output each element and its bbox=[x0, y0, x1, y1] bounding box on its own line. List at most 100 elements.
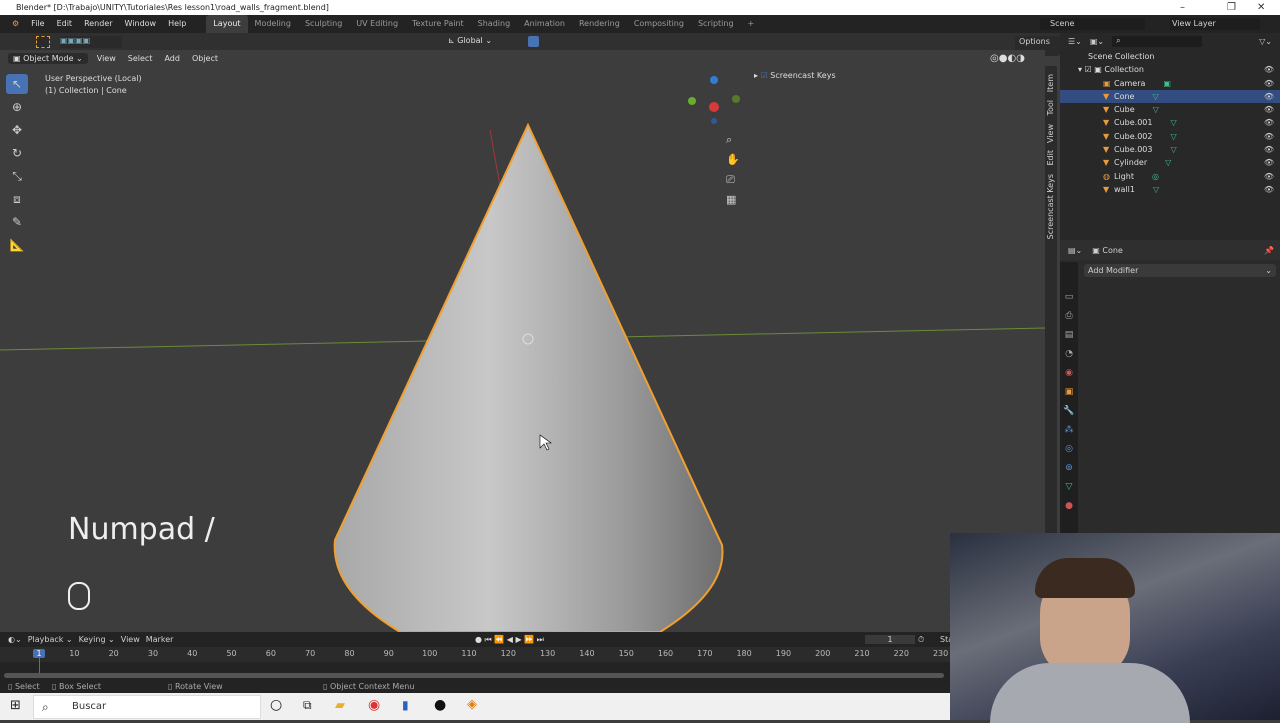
ortho-grid-icon[interactable]: ▦ bbox=[726, 190, 740, 210]
timeline[interactable]: ◐⌄ Playback ⌄ Keying ⌄ View Marker ● ⏮ ⏪… bbox=[0, 632, 953, 680]
close-button[interactable]: ✕ bbox=[1257, 0, 1265, 15]
tab-rendering[interactable]: Rendering bbox=[572, 15, 627, 33]
tab-view[interactable]: View bbox=[1046, 124, 1055, 143]
annotate-tool-icon[interactable]: ✎ bbox=[6, 212, 28, 232]
transform-orientation-dropdown[interactable]: ⊾ Global ⌄ bbox=[448, 36, 492, 45]
eye-icon[interactable]: 👁 bbox=[1264, 170, 1274, 183]
output-tab-icon[interactable]: ⎙ bbox=[1060, 307, 1078, 326]
outliner-item[interactable]: ▼ Cube ▽ 👁 bbox=[1060, 103, 1280, 116]
mesh-data-icon[interactable]: ▽ bbox=[1170, 132, 1176, 141]
mode-dropdown[interactable]: ▣ Object Mode ⌄ bbox=[8, 52, 88, 64]
stopwatch-icon[interactable]: ⏱ bbox=[918, 635, 924, 645]
outliner-item[interactable]: ▼ wall1 ▽ 👁 bbox=[1060, 183, 1280, 196]
snap-icon[interactable] bbox=[528, 36, 539, 47]
tab-compositing[interactable]: Compositing bbox=[627, 15, 691, 33]
outliner-item[interactable]: ▼ Cube.003 ▽ 👁 bbox=[1060, 143, 1280, 156]
eye-icon[interactable]: 👁 bbox=[1264, 130, 1274, 143]
menu-view[interactable]: View bbox=[92, 53, 121, 64]
scene-collection-row[interactable]: Scene Collection bbox=[1060, 50, 1280, 63]
light-data-icon[interactable]: ◎ bbox=[1152, 172, 1159, 181]
editor-type-icon[interactable]: ▤⌄ bbox=[1068, 246, 1082, 255]
eye-icon[interactable]: 👁 bbox=[1264, 143, 1274, 156]
marker-menu[interactable]: Marker bbox=[146, 635, 174, 644]
outliner-item[interactable]: ▼ Cone ▽ 👁 bbox=[1060, 89, 1280, 104]
world-tab-icon[interactable]: ◉ bbox=[1060, 364, 1078, 383]
eye-icon[interactable]: 👁 bbox=[1264, 77, 1274, 90]
outliner-item[interactable]: ◍ Light ◎ 👁 bbox=[1060, 170, 1280, 183]
cortana-icon[interactable]: ○ bbox=[270, 697, 282, 713]
object-tab-icon[interactable]: ▣ bbox=[1060, 383, 1078, 402]
tab-scripting[interactable]: Scripting bbox=[691, 15, 741, 33]
playback-controls[interactable]: ● ⏮ ⏪ ◀ ▶ ⏩ ⏭ bbox=[475, 635, 544, 645]
pin-icon[interactable]: 📌 bbox=[1264, 246, 1274, 255]
menu-help[interactable]: Help bbox=[162, 15, 192, 33]
menu-file[interactable]: File bbox=[25, 15, 50, 33]
menu-object[interactable]: Object bbox=[187, 53, 223, 64]
camera-view-icon[interactable]: ⎚ bbox=[726, 170, 740, 190]
tab-tool[interactable]: Tool bbox=[1046, 100, 1055, 116]
mesh-data-icon[interactable]: ▽ bbox=[1153, 105, 1159, 114]
windows-start-icon[interactable]: ⊞ bbox=[10, 698, 21, 713]
tab-item[interactable]: Item bbox=[1046, 74, 1055, 92]
zoom-icon[interactable]: ⌕ bbox=[726, 130, 740, 150]
eye-icon[interactable]: 👁 bbox=[1264, 63, 1274, 76]
obs-icon[interactable]: ● bbox=[434, 697, 446, 713]
eye-icon[interactable]: 👁 bbox=[1264, 90, 1274, 103]
modifier-tab-icon[interactable]: 🔧 bbox=[1060, 402, 1078, 421]
scene-tab-icon[interactable]: ◔ bbox=[1060, 345, 1078, 364]
tab-animation[interactable]: Animation bbox=[517, 15, 572, 33]
tab-texture-paint[interactable]: Texture Paint bbox=[405, 15, 471, 33]
blender-logo-icon[interactable]: ⚙ bbox=[6, 15, 25, 33]
cursor-tool-icon[interactable]: ⊕ bbox=[6, 97, 28, 117]
camera-data-icon[interactable]: ▣ bbox=[1163, 79, 1171, 88]
filter-icon[interactable]: ▽⌄ bbox=[1259, 37, 1272, 46]
playhead[interactable] bbox=[39, 658, 40, 674]
measure-tool-icon[interactable]: 📐 bbox=[6, 235, 28, 255]
menu-select[interactable]: Select bbox=[123, 53, 158, 64]
add-workspace-button[interactable]: + bbox=[741, 15, 762, 33]
keying-menu[interactable]: Keying ⌄ bbox=[79, 635, 115, 644]
checkbox-icon[interactable]: ☑ bbox=[761, 71, 768, 80]
rotate-tool-icon[interactable]: ↻ bbox=[6, 143, 28, 163]
minimize-button[interactable]: – bbox=[1180, 0, 1185, 15]
mesh-data-icon[interactable]: ▽ bbox=[1165, 158, 1171, 167]
scale-tool-icon[interactable]: ⤡ bbox=[6, 166, 28, 186]
material-tab-icon[interactable]: ● bbox=[1060, 497, 1078, 516]
physics-tab-icon[interactable]: ◎ bbox=[1060, 440, 1078, 459]
menu-render[interactable]: Render bbox=[78, 15, 118, 33]
outliner-item[interactable]: ▼ Cylinder ▽ 👁 bbox=[1060, 156, 1280, 169]
data-tab-icon[interactable]: ▽ bbox=[1060, 478, 1078, 497]
outliner-item[interactable]: ▼ Cube.001 ▽ 👁 bbox=[1060, 116, 1280, 129]
blender-taskbar-icon[interactable]: ◈ bbox=[467, 697, 477, 712]
mesh-data-icon[interactable]: ▽ bbox=[1170, 145, 1176, 154]
outliner-search-input[interactable]: ⌕ bbox=[1112, 36, 1203, 47]
tab-shading[interactable]: Shading bbox=[471, 15, 518, 33]
eye-icon[interactable]: 👁 bbox=[1264, 183, 1274, 196]
chrome-icon[interactable]: ◉ bbox=[368, 697, 380, 713]
view-layer-tab-icon[interactable]: ▤ bbox=[1060, 326, 1078, 345]
eye-icon[interactable]: 👁 bbox=[1264, 103, 1274, 116]
filter-view-icon[interactable]: ▣⌄ bbox=[1090, 37, 1104, 46]
select-tool-icon[interactable] bbox=[36, 36, 50, 48]
transform-tool-icon[interactable]: ⧈ bbox=[6, 189, 28, 209]
tab-edit[interactable]: Edit bbox=[1046, 150, 1055, 166]
select-box-tool-icon[interactable]: ↖ bbox=[6, 74, 28, 94]
view-layer-selector[interactable]: View Layer bbox=[1170, 18, 1260, 30]
menu-add[interactable]: Add bbox=[159, 53, 185, 64]
tab-modeling[interactable]: Modeling bbox=[248, 15, 298, 33]
move-tool-icon[interactable]: ✥ bbox=[6, 120, 28, 140]
collection-row[interactable]: ▾ ☑ ▣ Collection 👁 bbox=[1060, 63, 1280, 76]
tab-uv-editing[interactable]: UV Editing bbox=[349, 15, 405, 33]
tab-screencast-keys[interactable]: Screencast Keys bbox=[1046, 174, 1055, 239]
timeline-scrollbar[interactable] bbox=[4, 673, 944, 678]
task-view-icon[interactable]: ⧉ bbox=[303, 698, 312, 713]
tab-layout[interactable]: Layout bbox=[206, 15, 248, 33]
menu-edit[interactable]: Edit bbox=[51, 15, 79, 33]
eye-icon[interactable]: 👁 bbox=[1264, 116, 1274, 129]
file-explorer-icon[interactable]: ▰ bbox=[335, 698, 345, 713]
playback-menu[interactable]: Playback ⌄ bbox=[28, 635, 73, 644]
scene-selector[interactable]: Scene bbox=[1040, 18, 1145, 30]
constraints-tab-icon[interactable]: ⊚ bbox=[1060, 459, 1078, 478]
particles-tab-icon[interactable]: ⁂ bbox=[1060, 421, 1078, 440]
mesh-data-icon[interactable]: ▽ bbox=[1170, 118, 1176, 127]
